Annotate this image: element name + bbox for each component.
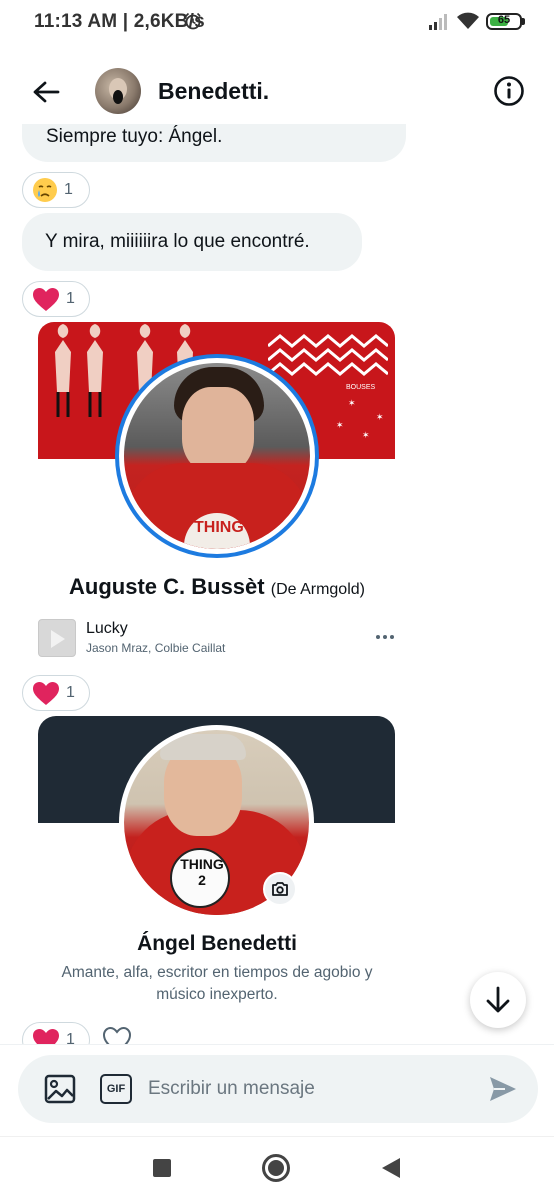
avatar-hat [160, 734, 246, 760]
scroll-to-bottom-button[interactable] [470, 972, 526, 1028]
zigzag-pattern [268, 334, 388, 376]
composer-area: GIF [0, 1044, 554, 1136]
thing-badge: THING [184, 513, 250, 549]
image-icon[interactable] [44, 1074, 76, 1104]
svg-text:✶: ✶ [376, 412, 384, 422]
thing-badge: THING 2 [170, 848, 230, 908]
wifi-icon [457, 12, 479, 29]
conversation-title[interactable]: Benedetti. [158, 78, 269, 105]
banner-figure-icon [87, 324, 103, 417]
profile-bio: Amante, alfa, escritor en tiempos de ago… [61, 964, 373, 1003]
message-bubble[interactable]: Y mira, miiiiiira lo que encontré. [22, 213, 362, 271]
message-text: Y mira, miiiiiira lo que encontré. [45, 231, 310, 252]
reaction-count: 1 [66, 1031, 75, 1044]
arrow-left-icon [33, 81, 60, 103]
crying-face-icon [33, 178, 57, 202]
song-title: Lucky [86, 620, 128, 637]
profile-avatar[interactable]: THING [124, 363, 310, 549]
heart-icon [33, 287, 59, 311]
back-button[interactable] [26, 72, 66, 112]
song-artist: Jason Mraz, Colbie Caillat [86, 641, 226, 655]
profile-name-text: Auguste C. Bussèt [69, 574, 265, 599]
reaction-crying[interactable]: 1 [22, 172, 90, 208]
info-button[interactable] [490, 72, 528, 110]
info-circle-icon [494, 76, 524, 106]
conversation-avatar[interactable] [95, 68, 141, 114]
profile-name[interactable]: Auguste C. Bussèt (De Armgold) [0, 574, 434, 600]
message-text: Siempre tuyo: Ángel. [46, 126, 223, 147]
battery-indicator: 65 [486, 13, 522, 30]
stars-pattern: ✶ ✶ ✶ ✶ [336, 398, 384, 440]
status-time-speed: 11:13 AM | 2,6KB/s [34, 11, 205, 32]
reaction-count: 1 [66, 290, 75, 307]
badge-text: THING [194, 519, 244, 536]
message-bubble[interactable]: Siempre tuyo: Ángel. [22, 124, 406, 162]
profile-name-suffix: (De Armgold) [270, 581, 365, 598]
svg-text:✶: ✶ [348, 398, 356, 408]
avatar-shadow [113, 90, 123, 104]
signal-icon [429, 14, 447, 30]
add-reaction-heart-icon[interactable] [102, 1026, 132, 1044]
badge-text: THING 2 [180, 856, 224, 888]
svg-text:✶: ✶ [336, 420, 344, 430]
profile-name[interactable]: Ángel Benedetti [0, 932, 434, 956]
heart-icon [33, 681, 59, 705]
svg-text:✶: ✶ [362, 430, 370, 440]
camera-icon [272, 882, 288, 896]
reaction-count: 1 [64, 181, 73, 198]
arrow-down-icon [486, 986, 510, 1013]
album-art [38, 619, 76, 657]
recents-button[interactable] [153, 1159, 171, 1177]
banner-text: BOUSES [346, 384, 376, 391]
battery-level: 65 [497, 14, 511, 26]
gif-button[interactable]: GIF [100, 1074, 132, 1104]
camera-button[interactable] [263, 872, 297, 906]
reaction-count: 1 [66, 684, 75, 701]
chat-header: Benedetti. [0, 60, 554, 124]
message-list[interactable]: Siempre tuyo: Ángel. 1 Y mira, miiiiiira… [0, 124, 554, 1044]
heart-icon [33, 1028, 59, 1044]
avatar-face [182, 387, 254, 473]
more-options-icon[interactable] [374, 626, 396, 648]
home-button[interactable] [262, 1154, 290, 1182]
play-icon [51, 630, 65, 648]
reaction-heart[interactable]: 1 [22, 675, 90, 711]
reaction-heart[interactable]: 1 [22, 1022, 90, 1044]
alarm-icon [185, 12, 201, 30]
system-back-button[interactable] [382, 1158, 400, 1178]
send-icon[interactable] [488, 1075, 518, 1103]
banner-figure-icon [55, 324, 71, 417]
message-input[interactable] [148, 1073, 468, 1105]
status-bar: 11:13 AM | 2,6KB/s 65 [0, 0, 554, 44]
system-nav-bar [0, 1136, 554, 1200]
song-item[interactable]: Lucky Jason Mraz, Colbie Caillat [38, 616, 398, 660]
message-composer: GIF [18, 1055, 538, 1123]
reaction-heart[interactable]: 1 [22, 281, 90, 317]
battery-cap [522, 18, 525, 25]
